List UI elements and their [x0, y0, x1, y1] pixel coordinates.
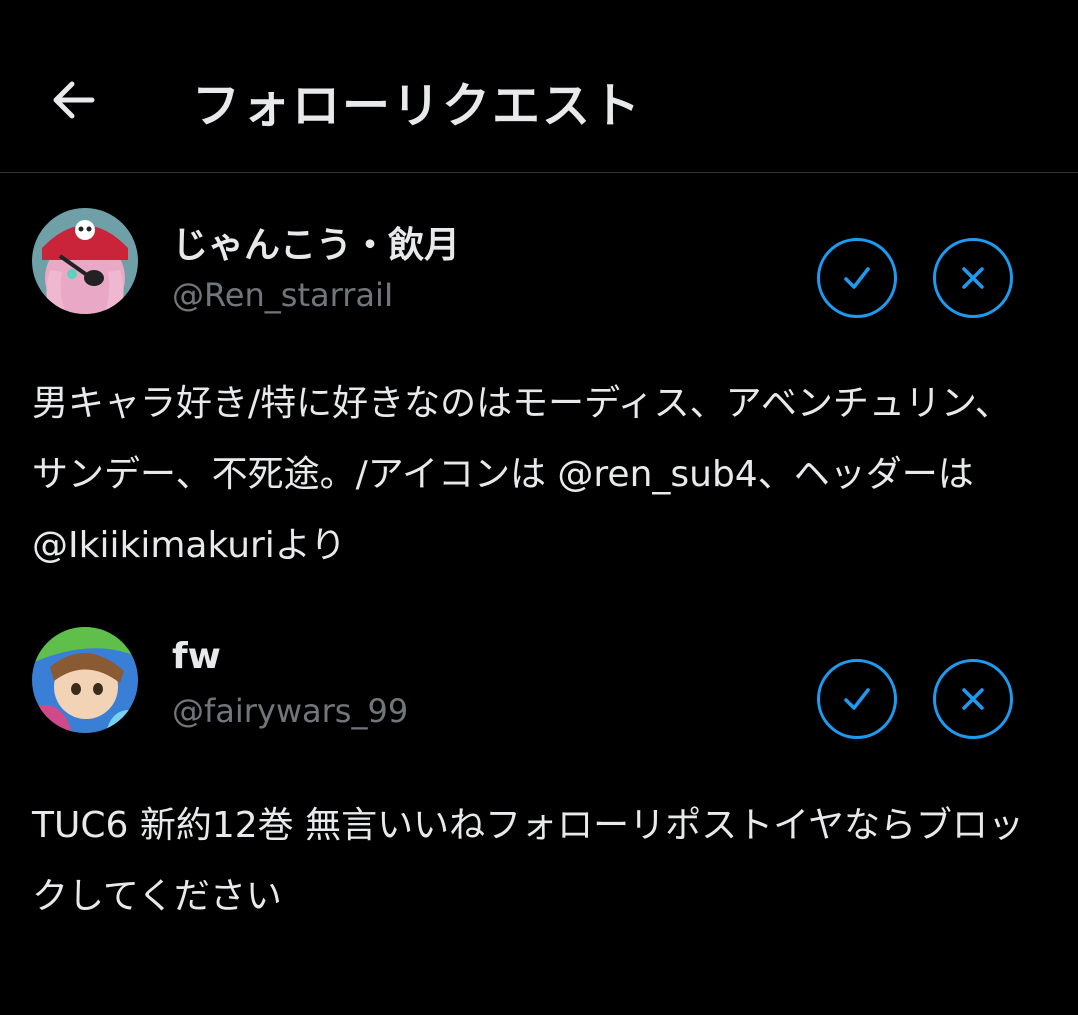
follow-request-item: fw @fairywars_99 TUC6 新約12巻 無言いいねフォローリポス…: [0, 612, 1078, 1015]
avatar[interactable]: [32, 627, 138, 733]
follow-request-item: じゃんこう・飲月 @Ren_starraiI 男キャラ好き/特に好きなのはモーデ…: [0, 172, 1078, 612]
accept-button[interactable]: [817, 238, 897, 318]
decline-button[interactable]: [933, 659, 1013, 739]
bio-text: TUC6 新約12巻 無言いいねフォローリポストイヤならブロックしてください: [32, 805, 1024, 917]
header: フォローリクエスト: [0, 0, 1078, 173]
bio-text: 男キャラ好き/特に好きなのはモーディス、アベンチュリン、サンデー、不死途。/アイ…: [32, 383, 1011, 566]
display-name[interactable]: fw: [172, 636, 221, 677]
x-icon: [962, 267, 984, 289]
check-icon: [844, 688, 870, 710]
username-handle[interactable]: @fairywars_99: [172, 692, 408, 730]
back-button[interactable]: [44, 70, 104, 130]
decline-button[interactable]: [933, 238, 1013, 318]
check-icon: [844, 267, 870, 289]
username-handle[interactable]: @Ren_starraiI: [172, 276, 393, 314]
x-icon: [962, 688, 984, 710]
page-title: フォローリクエスト: [192, 78, 643, 134]
display-name[interactable]: じゃんこう・飲月: [172, 216, 460, 268]
avatar[interactable]: [32, 208, 138, 314]
accept-button[interactable]: [817, 659, 897, 739]
arrow-left-icon: [53, 81, 95, 119]
